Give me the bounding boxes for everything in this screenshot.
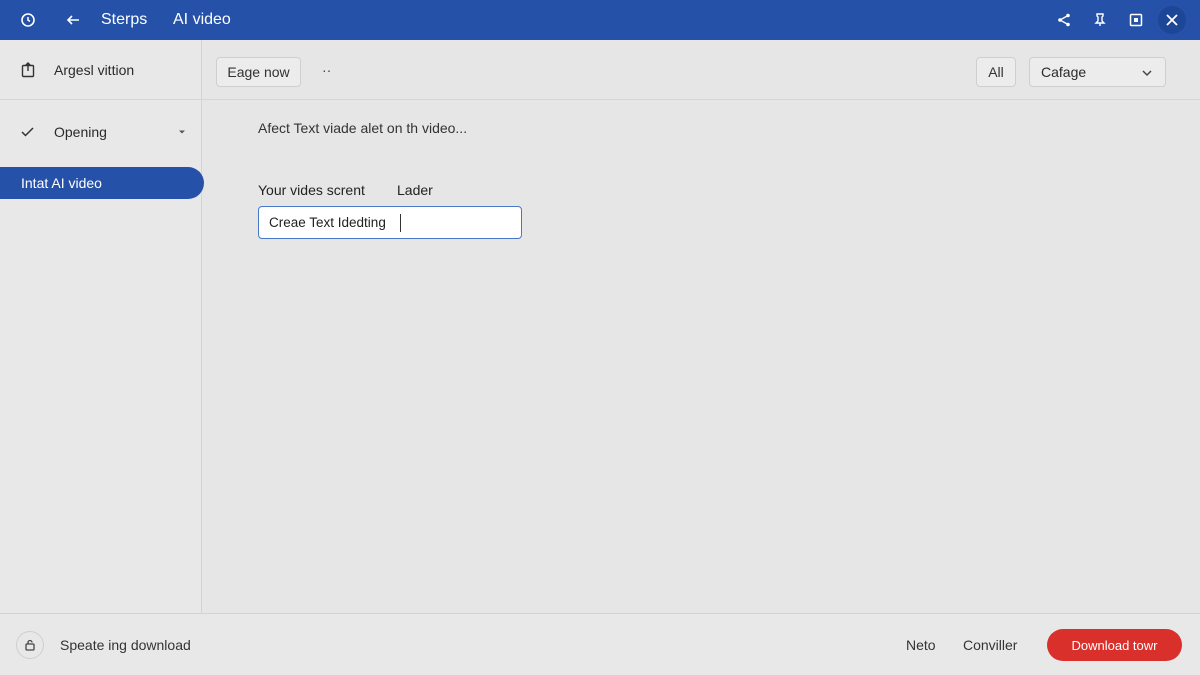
instruction-text: Afect Text viade alet on th video... [258,120,468,136]
all-filter-button[interactable]: All [976,57,1016,87]
close-icon[interactable] [1158,6,1186,34]
back-arrow-icon[interactable] [63,10,83,30]
chevron-down-icon [1141,66,1153,82]
sidebar: Argesl vittion Opening Intat AI video [0,40,204,613]
history-icon[interactable] [18,10,38,30]
window-icon[interactable] [1122,6,1150,34]
download-button[interactable]: Download towr [1047,629,1182,661]
pin-icon[interactable] [1086,6,1114,34]
field-label-secondary[interactable]: Lader [397,182,433,198]
sidebar-active-label: Intat AI video [21,175,102,191]
sidebar-header-label: Argesl vittion [54,61,135,78]
more-options-icon[interactable]: ·· [322,62,331,78]
conviller-link[interactable]: Conviller [963,637,1017,653]
check-icon [20,123,38,141]
eage-now-button[interactable]: Eage now [216,57,301,87]
main-content: Eage now ·· All Cafage Afect Text viade … [202,40,1200,613]
footer-bar: Speate ing download Neto Conviller Downl… [0,613,1200,675]
sidebar-item-opening[interactable]: Opening [0,112,201,152]
chevron-down-icon[interactable] [177,124,187,140]
category-select-value: Cafage [1041,64,1087,80]
window-title: AI video [173,11,231,28]
sidebar-item-active[interactable]: Intat AI video [0,167,204,199]
video-text-input[interactable] [258,206,522,239]
sidebar-item-label: Opening [54,124,107,140]
title-bar: Sterps AI video [0,0,1200,40]
text-caret [400,214,401,232]
back-label[interactable]: Sterps [101,11,147,29]
download-status: Speate ing download [60,637,191,653]
neto-link[interactable]: Neto [906,637,936,653]
share-icon[interactable] [1050,6,1078,34]
category-select[interactable]: Cafage [1029,57,1166,87]
toolbar: Eage now ·· All Cafage [202,40,1200,100]
export-icon [20,61,38,79]
sidebar-header[interactable]: Argesl vittion [0,40,201,100]
title-bar-actions [1042,6,1186,34]
field-label: Your vides scrent [258,182,365,198]
lock-icon[interactable] [16,631,44,659]
